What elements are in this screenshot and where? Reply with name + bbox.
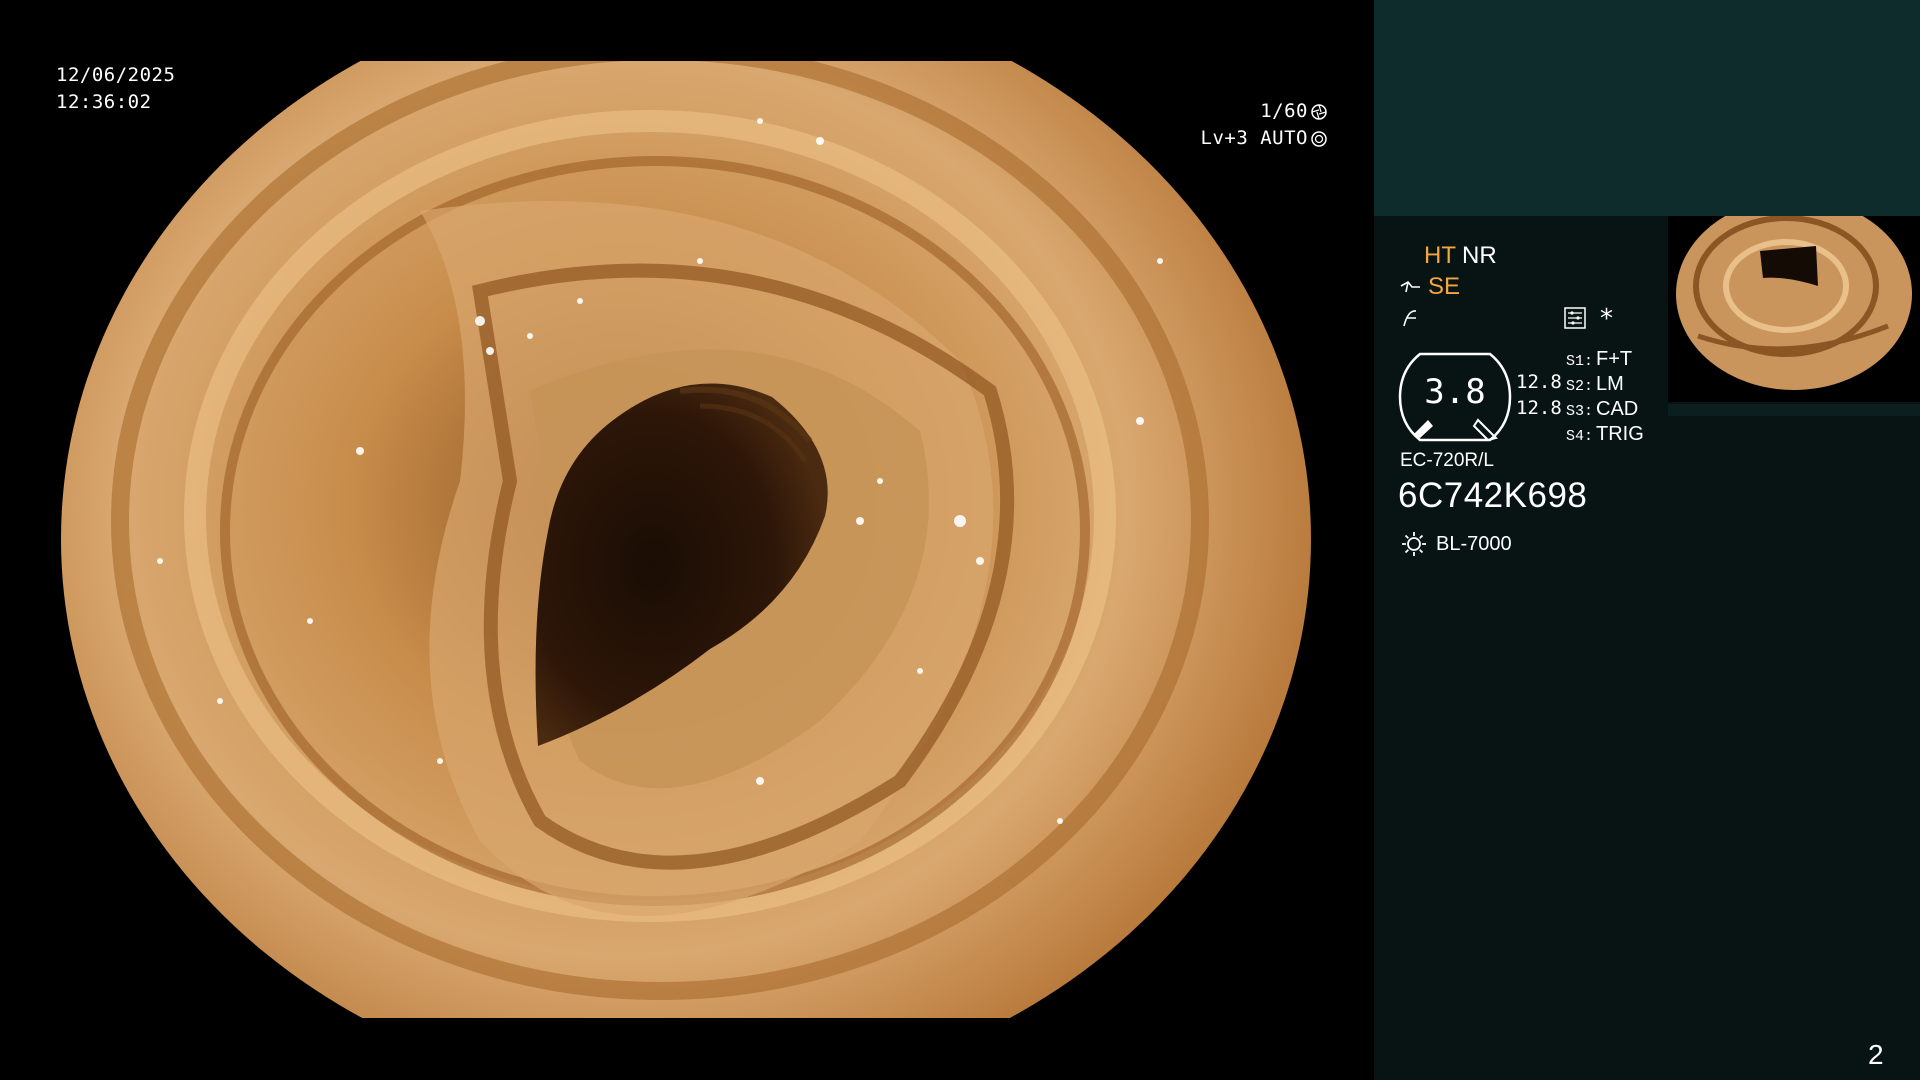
zoom-side-value-1: 12.8 bbox=[1516, 371, 1562, 393]
scope-cable-icon bbox=[1400, 280, 1420, 292]
se-mode-label: SE bbox=[1428, 273, 1461, 300]
light-source-row: BL-7000 bbox=[1400, 530, 1512, 558]
scope-serial-number: 6C742K698 bbox=[1398, 476, 1588, 515]
side-panel-top bbox=[1374, 0, 1920, 216]
thumbnail-bar bbox=[1668, 404, 1920, 416]
switch-key: S1: bbox=[1566, 353, 1594, 370]
time-text: 12:36:02 bbox=[56, 91, 152, 113]
switch-row: S4: TRIG bbox=[1566, 423, 1644, 448]
page-number: 2 bbox=[1868, 1039, 1884, 1070]
light-source-icon bbox=[1402, 532, 1426, 556]
image-modes: HT NR SE bbox=[1400, 240, 1497, 333]
thumbnail-image bbox=[1668, 216, 1920, 402]
switch-value: CAD bbox=[1596, 398, 1639, 420]
shutter-icon bbox=[1311, 103, 1327, 120]
switch-key: S3: bbox=[1566, 403, 1594, 420]
switch-value: LM bbox=[1596, 373, 1624, 395]
date-text: 12/06/2025 bbox=[56, 64, 176, 86]
switch-value: TRIG bbox=[1596, 423, 1644, 445]
switch-value: F+T bbox=[1596, 348, 1633, 370]
scope-model: EC-720R/L bbox=[1400, 450, 1494, 471]
zoom-side-values: 12.8 12.8 bbox=[1516, 369, 1562, 421]
iris-icon bbox=[1311, 130, 1327, 147]
exposure-display: 1/60 Lv+3 AUTO bbox=[1201, 98, 1328, 152]
switch-row: S3: CAD bbox=[1566, 398, 1644, 423]
nr-mode-label: NR bbox=[1462, 242, 1497, 269]
endoscope-view: 12/06/2025 12:36:02 1/60 Lv+3 AUTO bbox=[0, 0, 1374, 1080]
switch-key: S4: bbox=[1566, 428, 1594, 445]
light-source-label: BL-7000 bbox=[1436, 532, 1512, 555]
zoom-value: 3.8 bbox=[1424, 372, 1486, 412]
settings-icon bbox=[1564, 307, 1586, 329]
captured-thumbnail[interactable] bbox=[1668, 216, 1920, 416]
date-time-display: 12/06/2025 12:36:02 bbox=[56, 62, 175, 116]
switch-key: S2: bbox=[1566, 378, 1594, 395]
switch-row: S1: F+T bbox=[1566, 348, 1644, 373]
scope-switch-list: S1: F+T S2: LM S3: CAD S4: TRIG bbox=[1566, 348, 1644, 448]
ht-mode-label: HT bbox=[1424, 242, 1456, 269]
switch-row: S2: LM bbox=[1566, 373, 1644, 398]
freeze-icon bbox=[1403, 309, 1417, 326]
iris-mode-text: Lv+3 AUTO bbox=[1200, 127, 1308, 149]
shutter-text: 1/60 bbox=[1260, 100, 1308, 122]
asterisk-marker: * bbox=[1600, 304, 1613, 334]
colon-endoscopic-image bbox=[61, 61, 1311, 1018]
zoom-side-value-2: 12.8 bbox=[1516, 397, 1562, 419]
